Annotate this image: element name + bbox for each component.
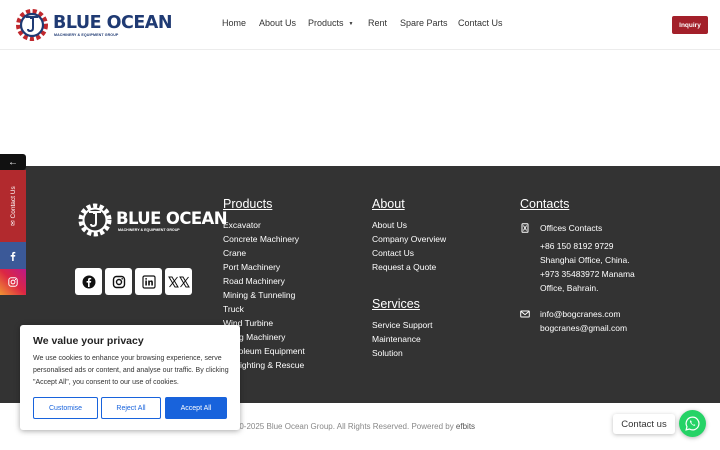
footer-link-port[interactable]: Port Machinery xyxy=(223,262,280,272)
footer-link-mining[interactable]: Mining & Tunneling xyxy=(223,290,295,300)
footer-link-truck[interactable]: Truck xyxy=(223,304,244,314)
footer-link-road[interactable]: Road Machinery xyxy=(223,276,285,286)
cookie-description: We use cookies to enhance your browsing … xyxy=(33,355,229,386)
contact-line[interactable]: +973 35483972 Manama xyxy=(540,269,635,279)
powered-by-link[interactable]: efbits xyxy=(456,422,475,431)
side-instagram-button[interactable] xyxy=(0,269,26,295)
whatsapp-chat-button[interactable] xyxy=(679,410,706,437)
services-heading[interactable]: Services xyxy=(372,297,420,311)
customise-button[interactable]: Customise xyxy=(33,397,98,419)
instagram-icon xyxy=(112,275,125,288)
nav-home[interactable]: Home xyxy=(222,18,246,28)
contacts-heading[interactable]: Contacts xyxy=(520,197,569,211)
nav-about-us[interactable]: About Us xyxy=(259,18,296,28)
x-twitter-icon xyxy=(167,276,190,287)
brand-logo[interactable]: BLUE OCEAN MACHINERY & EQUIPMENT GROUP xyxy=(13,6,173,44)
footer-brand-tagline: MACHINERY & EQUIPMENT GROUP xyxy=(118,228,180,232)
email-icon xyxy=(520,310,530,318)
footer-link-excavator[interactable]: Excavator xyxy=(223,220,261,230)
facebook-icon xyxy=(82,275,95,288)
gear-logo-icon xyxy=(16,9,48,41)
contact-email[interactable]: bogcranes@gmail.com xyxy=(540,323,627,333)
footer-link-concrete[interactable]: Concrete Machinery xyxy=(223,234,299,244)
side-contact-us[interactable]: ✉ Contact Us xyxy=(0,170,26,242)
linkedin-button[interactable] xyxy=(135,268,162,295)
x-twitter-button[interactable] xyxy=(165,268,192,295)
site-header: BLUE OCEAN MACHINERY & EQUIPMENT GROUP H… xyxy=(0,0,720,50)
about-heading[interactable]: About xyxy=(372,197,405,211)
footer-link-solution[interactable]: Solution xyxy=(372,348,403,358)
side-contact-label: ✉ Contact Us xyxy=(10,186,17,226)
brand-name: BLUE OCEAN xyxy=(53,13,173,33)
facebook-button[interactable] xyxy=(75,268,102,295)
contact-line[interactable]: +86 150 8192 9729 xyxy=(540,241,614,251)
whatsapp-icon xyxy=(685,416,700,431)
reject-all-button[interactable]: Reject All xyxy=(101,397,161,419)
phone-icon xyxy=(521,223,529,233)
footer-brand-name: BLUE OCEAN xyxy=(116,209,228,228)
footer-link-crane[interactable]: Crane xyxy=(223,248,246,258)
contact-line: Shanghai Office, China. xyxy=(540,255,630,265)
footer-logo[interactable]: BLUE OCEAN MACHINERY & EQUIPMENT GROUP xyxy=(76,200,228,242)
caret-down-icon: ▼ xyxy=(348,21,354,27)
copyright-label: 2000-2025 Blue Ocean Group. All Rights R… xyxy=(226,422,456,431)
footer-link-service-support[interactable]: Service Support xyxy=(372,320,432,330)
contact-email[interactable]: info@bogcranes.com xyxy=(540,309,620,319)
side-facebook-button[interactable] xyxy=(0,242,26,269)
nav-products-label: Products xyxy=(308,18,344,28)
contact-us-label[interactable]: Contact us xyxy=(613,414,675,434)
contact-line: Office, Bahrain. xyxy=(540,283,599,293)
nav-products[interactable]: Products ▼ xyxy=(308,18,353,28)
footer-link-request-quote[interactable]: Request a Quote xyxy=(372,262,436,272)
linkedin-icon xyxy=(141,274,156,289)
products-heading[interactable]: Products xyxy=(223,197,272,211)
instagram-icon xyxy=(8,277,18,287)
copyright-text: 2000-2025 Blue Ocean Group. All Rights R… xyxy=(226,422,475,431)
footer-link-about-us[interactable]: About Us xyxy=(372,220,407,230)
side-bar-toggle[interactable]: ← xyxy=(0,154,26,170)
instagram-button[interactable] xyxy=(105,268,132,295)
brand-tagline: MACHINERY & EQUIPMENT GROUP xyxy=(54,33,119,37)
nav-rent[interactable]: Rent xyxy=(368,18,387,28)
footer-link-company-overview[interactable]: Company Overview xyxy=(372,234,446,244)
inquiry-button[interactable]: Inquiry xyxy=(672,16,708,34)
cookie-title: We value your privacy xyxy=(33,335,144,347)
cookie-consent-banner: We value your privacy We use cookies to … xyxy=(20,325,240,430)
nav-spare-parts[interactable]: Spare Parts xyxy=(400,18,448,28)
accept-all-button[interactable]: Accept All xyxy=(165,397,227,419)
footer-link-maintenance[interactable]: Maintenance xyxy=(372,334,421,344)
side-contact-text: Contact Us xyxy=(10,186,17,219)
footer-link-contact-us[interactable]: Contact Us xyxy=(372,248,414,258)
facebook-icon xyxy=(10,251,16,261)
footer-gear-logo-icon xyxy=(78,203,112,237)
offices-contacts-label: Offices Contacts xyxy=(540,223,603,233)
nav-contact-us[interactable]: Contact Us xyxy=(458,18,503,28)
